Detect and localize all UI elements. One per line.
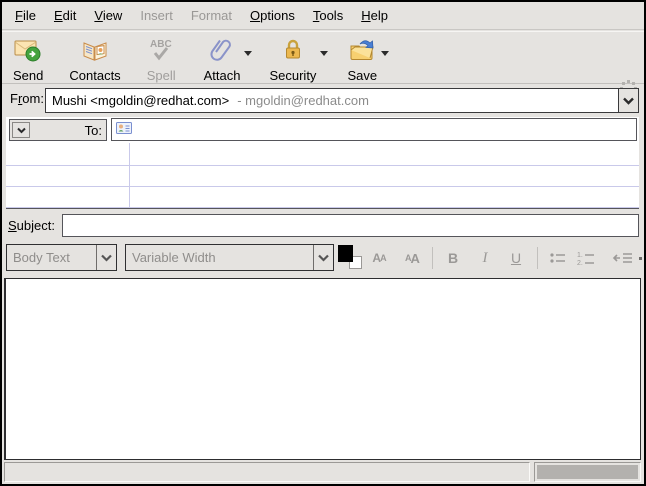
save-dropdown-arrow[interactable] xyxy=(381,51,389,56)
menu-file[interactable]: File xyxy=(6,3,45,28)
from-label: From: xyxy=(10,91,44,106)
attach-button[interactable]: Attach xyxy=(197,36,248,84)
menu-bar: File Edit View Insert Format Options Too… xyxy=(2,2,644,30)
italic-button: I xyxy=(472,245,498,271)
recipient-type-button[interactable]: To: xyxy=(9,119,107,141)
from-dropdown-button[interactable] xyxy=(618,89,638,112)
grid-row-line xyxy=(6,186,639,187)
send-label: Send xyxy=(13,68,43,83)
message-body[interactable] xyxy=(4,278,641,460)
menu-options[interactable]: Options xyxy=(241,3,304,28)
font-dropdown-button[interactable] xyxy=(313,245,333,270)
spell-label: Spell xyxy=(147,68,176,83)
bold-button: B xyxy=(440,245,466,271)
contacts-icon xyxy=(80,37,110,66)
save-icon xyxy=(348,37,376,66)
chevron-down-icon xyxy=(623,97,634,105)
attach-label: Attach xyxy=(204,68,241,83)
save-button[interactable]: Save xyxy=(340,36,384,84)
toolbar-separator xyxy=(432,247,433,269)
numbered-list-icon: 1.2. xyxy=(573,245,599,271)
decrease-font-size-button: AA xyxy=(366,245,392,271)
font-name-value: Variable Width xyxy=(126,250,313,265)
svg-text:2.: 2. xyxy=(577,260,583,266)
menu-insert: Insert xyxy=(131,3,182,28)
menu-tools[interactable]: Tools xyxy=(304,3,352,28)
menu-format: Format xyxy=(182,3,241,28)
toolbar-overflow-indicator[interactable] xyxy=(639,257,642,260)
subject-label: Subject: xyxy=(8,218,55,233)
recipient-type-label: To: xyxy=(30,123,106,138)
contact-card-icon xyxy=(116,121,132,138)
svg-text:1.: 1. xyxy=(577,252,583,259)
menu-view[interactable]: View xyxy=(85,3,131,28)
recipient-type-dropdown[interactable] xyxy=(12,122,30,138)
font-name-select[interactable]: Variable Width xyxy=(125,244,334,271)
chevron-down-icon xyxy=(17,127,26,134)
from-value: Mushi <mgoldin@redhat.com> xyxy=(52,93,229,108)
send-button[interactable]: Send xyxy=(6,36,50,84)
from-account-hint: - mgoldin@redhat.com xyxy=(229,93,369,108)
grid-column-divider xyxy=(129,143,130,208)
status-bar xyxy=(2,461,644,484)
chevron-down-icon xyxy=(318,254,329,262)
svg-text:ABC: ABC xyxy=(150,39,172,50)
attach-dropdown-arrow[interactable] xyxy=(244,51,252,56)
foreground-color-swatch[interactable] xyxy=(338,245,353,262)
bullet-list-icon xyxy=(545,245,571,271)
compose-window: File Edit View Insert Format Options Too… xyxy=(0,0,646,486)
contacts-label: Contacts xyxy=(69,68,120,83)
increase-font-size-button: AA xyxy=(399,245,425,271)
chevron-down-icon xyxy=(101,254,112,262)
spell-button: ABC Spell xyxy=(140,36,183,84)
security-label: Security xyxy=(269,68,316,83)
recipient-address-input[interactable] xyxy=(111,118,637,141)
recipient-grid: To: xyxy=(6,117,639,209)
progress-bar xyxy=(537,465,638,479)
main-toolbar: Send Contacts xyxy=(2,31,644,84)
status-message-panel xyxy=(4,462,530,482)
outdent-icon xyxy=(610,245,636,271)
save-label: Save xyxy=(347,68,377,83)
paragraph-style-value: Body Text xyxy=(7,250,96,265)
security-button[interactable]: Security xyxy=(262,36,323,84)
contacts-button[interactable]: Contacts xyxy=(62,36,127,84)
grid-row-line xyxy=(6,165,639,166)
grid-row-line xyxy=(6,207,639,208)
security-dropdown-arrow[interactable] xyxy=(320,51,328,56)
status-progress-panel xyxy=(534,462,641,482)
text-color-picker[interactable] xyxy=(338,245,366,272)
subject-input[interactable] xyxy=(62,214,639,237)
send-icon xyxy=(14,37,42,66)
attachment-icon xyxy=(209,37,235,66)
style-dropdown-button[interactable] xyxy=(96,245,116,270)
spell-check-icon: ABC xyxy=(147,37,175,66)
underline-button: U xyxy=(503,245,529,271)
from-account-select[interactable]: Mushi <mgoldin@redhat.com>- mgoldin@redh… xyxy=(45,88,639,113)
formatting-toolbar: Body Text Variable Width AA AA B I U 1.2… xyxy=(2,241,644,278)
toolbar-separator xyxy=(537,247,538,269)
menu-edit[interactable]: Edit xyxy=(45,3,85,28)
paragraph-style-select[interactable]: Body Text xyxy=(6,244,117,271)
menu-help[interactable]: Help xyxy=(352,3,397,28)
lock-icon xyxy=(280,37,306,66)
